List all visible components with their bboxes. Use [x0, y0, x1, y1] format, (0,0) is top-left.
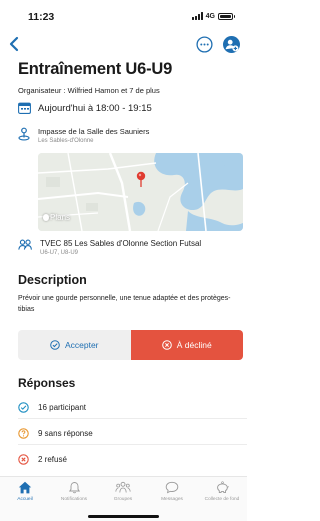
- event-date: Aujourd'hui à 18:00 - 19:15: [38, 102, 152, 114]
- status-bar: 11:23 4G: [0, 0, 247, 30]
- map-attribution: Plans: [43, 213, 70, 222]
- tab-label: Collecte de fond: [204, 497, 240, 502]
- response-accepted-label: 16 participant: [38, 403, 87, 412]
- place-city: Les Sables-d'Olonne: [38, 138, 94, 144]
- battery-icon: [218, 12, 235, 20]
- divider: [18, 418, 247, 419]
- event-location-row[interactable]: Impasse de la Salle des Sauniers Les Sab…: [18, 127, 149, 144]
- bell-icon: [68, 482, 80, 494]
- calendar-icon: [18, 102, 31, 114]
- team-name: TVEC 85 Les Sables d'Olonne Section Futs…: [40, 239, 202, 248]
- home-indicator: [88, 515, 159, 518]
- apple-logo-icon: [43, 214, 49, 221]
- signal-icon: [191, 12, 203, 20]
- tab-label: Accueil: [17, 497, 33, 502]
- x-circle-icon: [18, 454, 29, 465]
- status-indicators: 4G: [191, 12, 235, 20]
- location-pin-icon: [18, 127, 30, 141]
- response-declined-row[interactable]: 2 refusé: [18, 454, 67, 465]
- tab-home[interactable]: Accueil: [1, 481, 49, 502]
- place-name: Impasse de la Salle des Sauniers: [38, 127, 150, 136]
- check-circle-icon: [50, 340, 60, 350]
- description-heading: Description: [18, 273, 87, 287]
- back-chevron-icon[interactable]: [6, 34, 24, 54]
- tab-fundraising[interactable]: Collecte de fond: [198, 481, 246, 502]
- tab-notifications[interactable]: Notifications: [50, 481, 98, 502]
- rsvp-actions: Accepter À décliné: [18, 330, 243, 360]
- response-pending-row[interactable]: 9 sans réponse: [18, 428, 93, 439]
- team-groups: U6-U7, U8-U9: [40, 250, 79, 256]
- piggy-bank-icon: [216, 481, 229, 494]
- event-date-row: Aujourd'hui à 18:00 - 19:15: [18, 102, 152, 114]
- response-pending-label: 9 sans réponse: [38, 429, 93, 438]
- organizer-line: Organisateur : Wilfried Hamon et 7 de pl…: [18, 86, 160, 95]
- location-map[interactable]: Plans: [38, 153, 243, 231]
- accept-button[interactable]: Accepter: [18, 330, 131, 360]
- tab-label: Messages: [161, 497, 183, 502]
- chat-icon: [165, 481, 179, 494]
- groups-icon: [115, 481, 131, 493]
- tab-messages[interactable]: Messages: [148, 481, 196, 502]
- description-text: Prévoir une gourde personnelle, une tenu…: [18, 295, 231, 313]
- divider: [18, 444, 247, 445]
- more-options-icon[interactable]: [196, 36, 213, 53]
- event-team-row[interactable]: TVEC 85 Les Sables d'Olonne Section Futs…: [18, 239, 201, 256]
- home-icon: [18, 481, 32, 494]
- response-declined-label: 2 refusé: [38, 455, 67, 464]
- tab-label: Notifications: [60, 497, 88, 502]
- decline-label: À décliné: [176, 340, 212, 350]
- responses-heading: Réponses: [18, 376, 76, 390]
- response-accepted-row[interactable]: 16 participant: [18, 402, 86, 413]
- event-title: Entraînement U6-U9: [18, 60, 173, 78]
- check-circle-icon: [18, 402, 29, 413]
- status-time: 11:23: [28, 11, 55, 23]
- group-icon: [18, 239, 32, 250]
- network-type: 4G: [205, 12, 215, 20]
- x-circle-icon: [161, 340, 172, 350]
- question-circle-icon: [18, 428, 29, 439]
- tab-groups[interactable]: Groupes: [99, 481, 147, 502]
- add-person-icon[interactable]: [222, 35, 241, 54]
- accept-label: Accepter: [64, 340, 99, 350]
- decline-button[interactable]: À décliné: [130, 330, 243, 360]
- tab-label: Groupes: [113, 497, 133, 502]
